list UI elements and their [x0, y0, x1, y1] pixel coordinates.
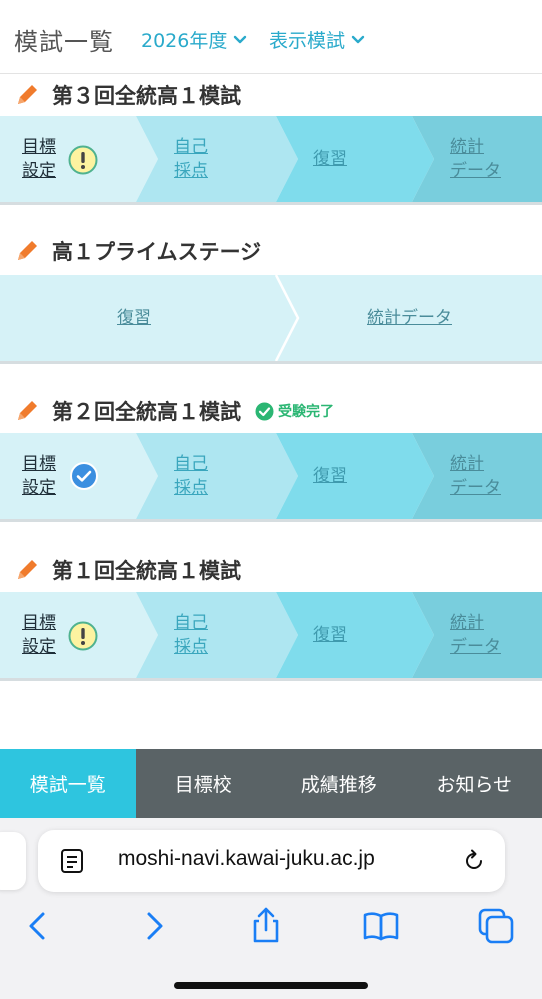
bottom-tab-bar: 模試一覧 目標校 成績推移 お知らせ: [0, 749, 542, 818]
self-label-line2: 採点: [174, 161, 208, 181]
share-icon[interactable]: [246, 906, 286, 946]
goal-label-line2: 設定: [22, 161, 56, 181]
chevron-down-icon: [351, 35, 365, 43]
goal-label-line2: 設定: [22, 478, 56, 498]
self-label-line2: 採点: [174, 478, 208, 498]
warning-icon: [68, 145, 98, 175]
stats-label-line2: データ: [450, 637, 501, 657]
goal-label-line1: 目標: [22, 137, 56, 157]
goal-label-line1: 目標: [22, 454, 56, 474]
tabs-icon[interactable]: [476, 906, 516, 946]
exam-title: 第２回全統高１模試: [52, 400, 241, 424]
display-dropdown-label: 表示模試: [269, 30, 346, 52]
self-grading-link[interactable]: 自己 採点: [174, 452, 208, 500]
review-link[interactable]: 復習: [313, 147, 347, 171]
url-text: moshi-navi.kawai-juku.ac.jp: [118, 847, 375, 870]
page-title: 模試一覧: [14, 28, 114, 56]
exam-title: 第１回全統高１模試: [52, 559, 241, 583]
exam-title: 第３回全統高１模試: [52, 84, 241, 108]
exam-title-row: 第１回全統高１模試: [14, 555, 241, 585]
stats-label-line2: データ: [450, 478, 501, 498]
stats-data-link[interactable]: 統計 データ: [450, 452, 501, 500]
previous-tab-card[interactable]: [0, 832, 26, 890]
pencil-icon: [18, 401, 37, 420]
exam-steps: 目標 設定 自己 採点 復習 統計 データ: [0, 116, 542, 205]
self-label-line1: 自己: [174, 613, 208, 633]
goal-setting-link[interactable]: 目標 設定: [22, 611, 56, 659]
warning-icon: [68, 621, 98, 651]
steps-shadow: [0, 519, 542, 522]
exam-steps: 復習 統計データ: [0, 275, 542, 364]
stats-label-line1: 統計: [450, 137, 484, 157]
goal-setting-link[interactable]: 目標 設定: [22, 452, 56, 500]
steps-shadow: [0, 361, 542, 364]
address-bar[interactable]: moshi-navi.kawai-juku.ac.jp: [38, 830, 505, 892]
browser-chrome: moshi-navi.kawai-juku.ac.jp: [0, 818, 542, 999]
bookmarks-icon[interactable]: [361, 906, 401, 946]
check-circle-icon: [70, 462, 98, 490]
self-label-line1: 自己: [174, 454, 208, 474]
steps-background: [0, 275, 542, 361]
stats-data-link[interactable]: 統計 データ: [450, 611, 501, 659]
pencil-icon: [18, 85, 37, 104]
stats-label-line1: 統計: [450, 613, 484, 633]
chevron-down-icon: [234, 35, 247, 43]
tab-notices[interactable]: お知らせ: [407, 749, 542, 818]
completed-badge: 受験完了: [255, 401, 334, 421]
forward-icon[interactable]: [134, 906, 174, 946]
page-header: 模試一覧 2026年度 表示模試: [0, 0, 542, 74]
review-link[interactable]: 復習: [313, 623, 347, 647]
stats-data-link[interactable]: 統計データ: [367, 306, 452, 330]
back-icon[interactable]: [18, 906, 58, 946]
year-dropdown[interactable]: 2026年度: [141, 26, 247, 53]
tab-grade-trend[interactable]: 成績推移: [271, 749, 407, 818]
home-indicator: [174, 982, 368, 989]
self-grading-link[interactable]: 自己 採点: [174, 611, 208, 659]
steps-shadow: [0, 202, 542, 205]
exam-title-row: 第２回全統高１模試 受験完了: [14, 396, 334, 426]
display-exam-dropdown[interactable]: 表示模試: [269, 26, 365, 53]
review-link[interactable]: 復習: [117, 306, 151, 330]
steps-shadow: [0, 678, 542, 681]
self-grading-link[interactable]: 自己 採点: [174, 135, 208, 183]
review-link[interactable]: 復習: [313, 464, 347, 488]
stats-label-line1: 統計: [450, 454, 484, 474]
stats-label-line2: データ: [450, 161, 501, 181]
tab-exam-list[interactable]: 模試一覧: [0, 749, 136, 818]
pencil-icon: [18, 560, 37, 579]
year-dropdown-label: 2026年度: [141, 30, 228, 52]
tab-target-schools[interactable]: 目標校: [136, 749, 272, 818]
page-menu-icon[interactable]: [60, 848, 84, 874]
check-circle-icon: [255, 402, 274, 420]
exam-title-row: 高１プライムステージ: [14, 236, 261, 266]
self-label-line2: 採点: [174, 637, 208, 657]
exam-title: 高１プライムステージ: [52, 240, 262, 264]
goal-label-line1: 目標: [22, 613, 56, 633]
self-label-line1: 自己: [174, 137, 208, 157]
stats-data-link[interactable]: 統計 データ: [450, 135, 501, 183]
reload-icon[interactable]: [461, 848, 487, 874]
goal-label-line2: 設定: [22, 637, 56, 657]
exam-title-row: 第３回全統高１模試: [14, 80, 241, 110]
pencil-icon: [18, 241, 37, 260]
exam-steps: 目標 設定 自己 採点 復習 統計 データ: [0, 592, 542, 681]
goal-setting-link[interactable]: 目標 設定: [22, 135, 56, 183]
completed-badge-label: 受験完了: [278, 404, 334, 420]
exam-steps: 目標 設定 自己 採点 復習 統計 データ: [0, 433, 542, 522]
